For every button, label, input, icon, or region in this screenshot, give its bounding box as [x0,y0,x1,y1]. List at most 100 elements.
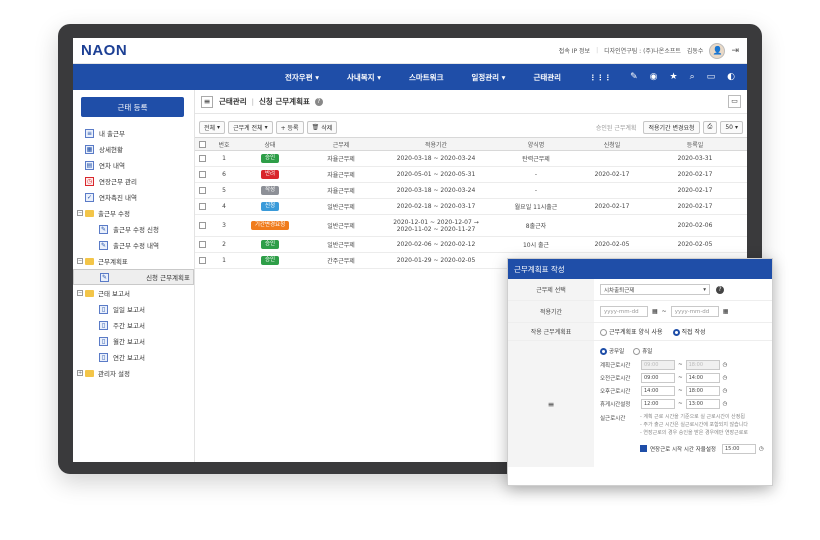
plan-direct-radio[interactable]: 직접 작성 [672,327,706,336]
calendar-icon[interactable]: ▦ [723,308,729,315]
plan-template-radio[interactable]: 근무계획표 양식 사용 [600,327,663,336]
sidebar-item-weekly-report[interactable]: ▯ 주간 보고서 [73,317,194,333]
header-checkbox[interactable] [195,137,209,151]
add-button[interactable]: + 등록 [275,120,304,134]
sidebar-item-edit-request[interactable]: ✎ 출근부 수정 신청 [73,221,194,237]
row-checkbox[interactable] [195,252,209,269]
overtime-checkbox[interactable] [640,445,647,452]
clock-icon[interactable]: ◷ [723,388,728,394]
help-icon[interactable]: ? [716,285,724,294]
sidebar-item-leave-promotion[interactable]: ✓ 연차촉진 내역 [73,189,194,205]
clock-icon[interactable]: ◷ [723,375,728,381]
sidebar-item-annual-leave[interactable]: ▤ 연차 내역 [73,157,194,173]
sidebar-item-work-plan[interactable]: − 근무계획표 [73,253,194,269]
start-date-input[interactable]: yyyy-mm-dd [600,306,648,317]
star-icon[interactable]: ★ [670,72,678,82]
logout-icon[interactable]: ⇥ [731,46,739,56]
header-applied[interactable]: 신청일 [581,137,643,151]
sidebar-item-reports[interactable]: − 근태 보고서 [73,285,194,301]
header-type[interactable]: 근무제 [301,137,381,151]
header-period[interactable]: 적용기간 [381,137,491,151]
delete-button[interactable]: 🗑 삭제 [306,120,338,134]
expand-icon[interactable]: − [77,210,83,216]
clock-icon[interactable]: ◷ [723,362,728,368]
workday-radio[interactable]: 공무일 [600,347,624,355]
breadcrumb-parent[interactable]: 근태관리 [219,96,247,107]
sidebar-item-daily-report[interactable]: ▯ 일일 보고서 [73,301,194,317]
header-status[interactable]: 상태 [239,137,301,151]
table-row[interactable]: 3 기간변경요청 일반근무제 2020-12-01 ~ 2020-12-07 → 20… [195,214,747,237]
row-checkbox[interactable] [195,166,209,183]
header-registered[interactable]: 등록일 [643,137,747,151]
sidebar-item-admin[interactable]: + 관리자 설정 [73,365,194,381]
nav-schedule[interactable]: 일정관리 ▾ [457,72,519,83]
table-row[interactable]: 1 승인 자율근무제 2020-03-18 ~ 2020-03-24 탄력근무제 2020… [195,150,747,167]
sidebar-item-detail[interactable]: ▦ 상세현황 [73,141,194,157]
palette-icon[interactable]: ◐ [727,72,735,82]
table-row[interactable]: 5 작성 자율근무제 2020-03-18 ~ 2020-03-24- 2020-02-… [195,182,747,199]
table-row[interactable]: 2 승인 일반근무제 2020-02-06 ~ 2020-02-12 10시 출근 202… [195,236,747,253]
sidebar-item-annual-report[interactable]: ▯ 연간 보고서 [73,349,194,365]
nav-welfare[interactable]: 사내복지 ▾ [333,72,395,83]
apps-grid-icon[interactable]: ⋮⋮⋮ [575,73,626,82]
nav-mail[interactable]: 전자우편 ▾ [271,72,333,83]
filter-all-select[interactable]: 전체 ▾ [199,120,226,134]
row-checkbox[interactable] [195,198,209,215]
pen-icon[interactable]: ✎ [630,72,638,82]
time-from-input[interactable]: 14:00 [641,385,675,396]
row-checkbox[interactable] [195,182,209,199]
sidebar-item-plan-request[interactable]: ✎ 신청 근무계획표 [73,269,194,285]
register-attendance-button[interactable]: 근태 등록 [81,97,184,117]
time-from-input[interactable]: 09:00 [641,359,675,370]
page-size-select[interactable]: 50 ▾ [720,120,743,134]
menu-toggle-icon[interactable]: ≡ [201,95,213,108]
period-cell[interactable]: 2020-03-18 ~ 2020-03-24 [381,150,491,167]
overtime-time-input[interactable]: 15:00 [721,443,756,454]
sidebar-item-my-attendance[interactable]: ≡ 내 출근부 [73,125,194,141]
holiday-radio[interactable]: 휴일 [633,347,652,355]
period-cell[interactable]: 2020-05-01 ~ 2020-05-31 [381,166,491,183]
period-cell[interactable]: 2020-02-18 ~ 2020-03-17 [381,198,491,215]
time-from-input[interactable]: 09:00 [641,372,675,383]
nav-attendance[interactable]: 근태관리 [519,72,575,83]
row-checkbox[interactable] [195,150,209,167]
time-from-input[interactable]: 12:00 [641,398,675,409]
filter-type-select[interactable]: 근무계 전체 ▾ [228,120,273,134]
nav-smartwork[interactable]: 스마트워크 [395,72,458,83]
table-row[interactable]: 6 반려 자율근무제 2020-05-01 ~ 2020-05-31-2020-02-… [195,166,747,183]
expand-icon[interactable]: − [77,290,83,296]
period-cell[interactable]: 2020-12-01 ~ 2020-12-07 → 2020-11-02 ~ 2… [381,214,491,237]
expand-icon[interactable]: + [77,370,83,376]
header-number[interactable]: 번호 [209,137,239,151]
clock-icon[interactable]: ◷ [723,401,728,407]
change-request-button[interactable]: 적용기간 변경요청 [643,120,700,134]
print-button[interactable]: ⎙ [702,120,718,134]
period-cell[interactable]: 2020-01-29 ~ 2020-02-05 [381,252,491,269]
ip-info-link[interactable]: 접속 IP 정보 [559,46,590,55]
time-to-input[interactable]: 14:00 [685,372,720,383]
sidebar-item-edit-history[interactable]: ✎ 출근부 수정 내역 [73,237,194,253]
clock-icon[interactable]: ◷ [759,446,764,452]
sidebar-item-overtime[interactable]: ◷ 연장근무 관리 [73,173,194,189]
row-checkbox[interactable] [195,214,209,237]
avatar[interactable]: 👤 [709,42,726,59]
time-to-input[interactable]: 13:00 [685,398,720,409]
expand-icon[interactable]: − [77,258,83,264]
search-icon[interactable]: ⌕ [690,72,695,82]
help-icon[interactable]: ? [314,97,323,106]
chat-icon[interactable]: ◉ [650,72,658,82]
time-to-input[interactable]: 18:00 [685,359,720,370]
period-cell[interactable]: 2020-03-18 ~ 2020-03-24 [381,182,491,199]
row-checkbox[interactable] [195,236,209,253]
naon-logo[interactable]: NAON [81,42,127,59]
work-type-select[interactable]: 시차출퇴근제 ▾ [600,284,710,295]
monitor-icon[interactable]: ▭ [728,95,741,108]
sidebar-item-monthly-report[interactable]: ▯ 월간 보고서 [73,333,194,349]
monitor-icon[interactable]: ▭ [707,72,716,82]
table-row[interactable]: 4 신청 일반근무제 2020-02-18 ~ 2020-03-17 월요일 11시출근… [195,198,747,215]
end-date-input[interactable]: yyyy-mm-dd [670,306,719,317]
period-cell[interactable]: 2020-02-06 ~ 2020-02-12 [381,236,491,253]
time-to-input[interactable]: 18:00 [685,385,720,396]
header-form[interactable]: 양식명 [491,137,581,151]
sidebar-item-attendance-edit[interactable]: − 출근부 수정 [73,205,194,221]
